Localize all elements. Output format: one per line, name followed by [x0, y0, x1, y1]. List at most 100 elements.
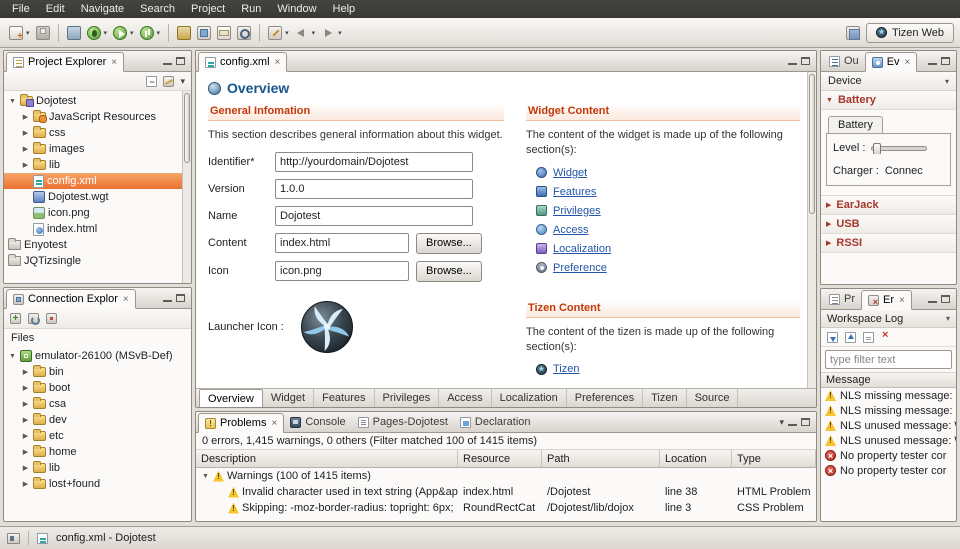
problems-row[interactable]: Warnings (100 of 1415 items): [196, 468, 816, 484]
view-menu-icon[interactable]: ▾: [779, 417, 784, 428]
toolbar-button[interactable]: [64, 23, 84, 43]
message-column-header[interactable]: Message: [821, 372, 956, 388]
section-link[interactable]: Tizen: [553, 363, 580, 375]
menu-item[interactable]: Project: [183, 1, 233, 17]
import-log-icon[interactable]: [845, 332, 856, 343]
toolbar-button[interactable]: [168, 24, 169, 42]
view-tab[interactable]: Problems ×: [198, 413, 284, 433]
expander-icon[interactable]: [21, 145, 30, 153]
tree-item[interactable]: bin: [4, 364, 191, 380]
link-with-editor-icon[interactable]: [163, 76, 174, 87]
tree-item[interactable]: JQTizsingle: [4, 253, 191, 269]
view-tab[interactable]: Console: [284, 412, 351, 432]
toolbar-button[interactable]: [259, 24, 260, 42]
perspective-button-tizen-web[interactable]: Tizen Web: [866, 23, 954, 43]
expander-icon[interactable]: [21, 448, 30, 456]
tree-item[interactable]: Enyotest: [4, 237, 191, 253]
menu-item[interactable]: Edit: [38, 1, 73, 17]
view-tab[interactable]: Declaration: [454, 412, 537, 432]
slider-thumb[interactable]: [873, 143, 881, 155]
close-icon[interactable]: ×: [123, 294, 129, 305]
expander-icon[interactable]: [8, 353, 17, 360]
expander-icon[interactable]: [21, 432, 30, 440]
expander-icon[interactable]: [21, 113, 30, 121]
column-header[interactable]: Location: [660, 450, 732, 467]
tree-item[interactable]: dev: [4, 412, 191, 428]
device-selector[interactable]: Device ▾: [821, 72, 956, 91]
view-tab[interactable]: Er ×: [861, 290, 912, 310]
field-input[interactable]: [275, 261, 409, 281]
toolbar-button[interactable]: [234, 23, 254, 43]
expander-icon[interactable]: [201, 473, 210, 480]
delete-log-icon[interactable]: [881, 332, 892, 343]
menu-item[interactable]: File: [4, 1, 38, 17]
toolbar-button[interactable]: [174, 23, 194, 43]
tree-item[interactable]: emulator-26100 (MSvB-Def): [4, 348, 191, 364]
section-rssi[interactable]: ▶ RSSI: [821, 234, 956, 253]
clear-log-icon[interactable]: [863, 332, 874, 343]
expander-icon[interactable]: [21, 129, 30, 137]
view-menu-icon[interactable]: ▾: [946, 314, 950, 323]
section-link[interactable]: Access: [553, 224, 588, 236]
section-link[interactable]: Features: [553, 186, 596, 198]
collapse-all-icon[interactable]: [146, 76, 157, 87]
files-root-label[interactable]: Files: [4, 329, 191, 346]
column-header[interactable]: Description: [196, 450, 458, 467]
scrollbar[interactable]: [807, 72, 816, 388]
minimize-icon[interactable]: [928, 295, 937, 303]
section-usb[interactable]: ▶ USB: [821, 215, 956, 234]
chevron-down-icon[interactable]: ▾: [130, 29, 134, 37]
chevron-down-icon[interactable]: ▾: [338, 29, 342, 37]
toolbar-button[interactable]: ▾: [84, 23, 111, 43]
problems-row[interactable]: Skipping: -moz-border-radius: topright: …: [196, 500, 816, 516]
maximize-icon[interactable]: [941, 57, 950, 65]
page-tab[interactable]: Tizen: [643, 389, 687, 407]
close-icon[interactable]: ×: [271, 418, 277, 429]
new-connection-icon[interactable]: [10, 313, 21, 324]
chevron-down-icon[interactable]: ▾: [104, 29, 108, 37]
view-tab[interactable]: Ou: [823, 51, 865, 71]
toolbar-button[interactable]: [33, 23, 53, 43]
expander-icon[interactable]: [21, 464, 30, 472]
minimize-icon[interactable]: [928, 57, 937, 65]
export-log-icon[interactable]: [827, 332, 838, 343]
charger-value[interactable]: Connec: [885, 165, 923, 177]
column-header[interactable]: Path: [542, 450, 660, 467]
field-input[interactable]: [275, 179, 473, 199]
expander-icon[interactable]: [8, 98, 17, 105]
tree-item[interactable]: index.html: [4, 221, 191, 237]
tree-item[interactable]: Dojotest.wgt: [4, 189, 191, 205]
problems-row[interactable]: Invalid character used in text string (A…: [196, 484, 816, 500]
toolbar-button[interactable]: ▾: [137, 23, 164, 43]
menu-item[interactable]: Run: [233, 1, 269, 17]
tizen-launcher-image[interactable]: [300, 300, 354, 354]
minimize-icon[interactable]: [788, 418, 797, 426]
tree-item[interactable]: etc: [4, 428, 191, 444]
close-icon[interactable]: ×: [275, 57, 281, 68]
expander-icon[interactable]: [21, 161, 30, 169]
toolbar-button[interactable]: ▾: [6, 23, 33, 43]
editor-tab-configxml[interactable]: config.xml ×: [198, 52, 287, 72]
tree-item[interactable]: Dojotest: [4, 93, 191, 109]
page-tab[interactable]: Privileges: [375, 389, 440, 407]
log-row[interactable]: NLS unused message: W: [821, 418, 956, 433]
log-row[interactable]: NLS unused message: W: [821, 433, 956, 448]
section-earjack[interactable]: ▶ EarJack: [821, 196, 956, 215]
section-link[interactable]: Localization: [553, 243, 611, 255]
maximize-icon[interactable]: [176, 57, 185, 65]
page-tab[interactable]: Widget: [263, 389, 314, 407]
expander-icon[interactable]: [21, 480, 30, 488]
page-tab[interactable]: Preferences: [567, 389, 643, 407]
view-menu-icon[interactable]: ▾: [180, 76, 185, 87]
view-tab[interactable]: Pr: [823, 289, 861, 309]
log-row[interactable]: NLS missing message:: [821, 403, 956, 418]
close-icon[interactable]: ×: [905, 57, 911, 68]
toolbar-button[interactable]: ▾: [265, 23, 292, 43]
log-row[interactable]: No property tester cor: [821, 463, 956, 478]
view-tab[interactable]: Pages-Dojotest: [352, 412, 454, 432]
close-icon[interactable]: ×: [111, 57, 117, 68]
page-tab[interactable]: Overview: [199, 389, 263, 407]
chevron-down-icon[interactable]: ▾: [26, 29, 30, 37]
chevron-down-icon[interactable]: ▾: [157, 29, 161, 37]
field-input[interactable]: [275, 206, 473, 226]
